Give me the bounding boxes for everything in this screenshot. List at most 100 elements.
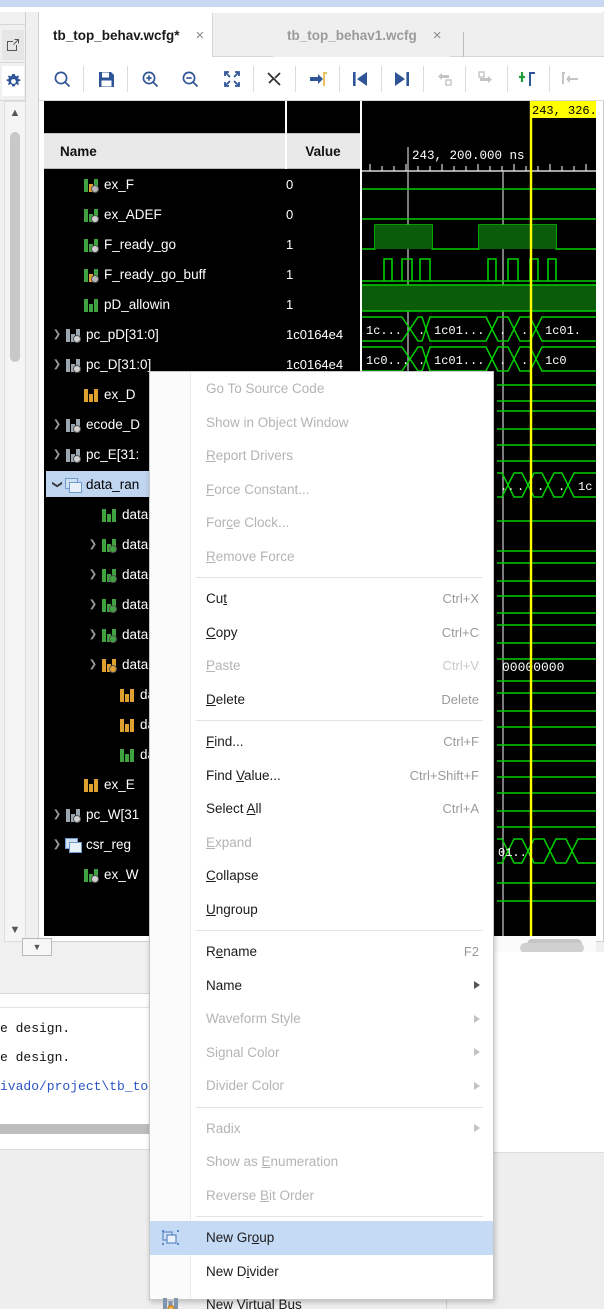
menu-item-collapse[interactable]: Collapse (150, 859, 493, 893)
signal-type-icon (82, 867, 99, 882)
timescale-header-black (44, 101, 360, 133)
table-row[interactable]: F_ready_go_buff1 (44, 259, 360, 289)
svg-text:.: . (521, 354, 528, 368)
console-dropdown[interactable]: ▼ (22, 938, 52, 956)
menu-item-new-divider[interactable]: New Divider (150, 1255, 493, 1289)
signal-name-label: pc_W[31 (86, 807, 139, 822)
menu-item-label: Divider Color (206, 1078, 284, 1093)
settings-gear-icon[interactable] (2, 66, 24, 96)
name-tree-vertical-scrollbar[interactable]: ▲ ▼ (4, 101, 26, 942)
window-top-accent (0, 0, 604, 7)
table-row[interactable]: pD_allowin 1 (44, 289, 360, 319)
move-up-icon[interactable] (427, 62, 461, 96)
previous-transition-icon[interactable] (343, 62, 377, 96)
snap-to-transition-icon[interactable] (553, 62, 587, 96)
table-row[interactable]: ex_ADEF 0 (44, 199, 360, 229)
scroll-up-arrow[interactable]: ▲ (5, 102, 25, 124)
svg-text:.: . (499, 324, 506, 338)
signal-name-label: pc_pD[31:0] (86, 327, 159, 342)
column-header-name[interactable]: Name (44, 133, 286, 169)
signal-type-icon (100, 597, 117, 612)
tree-expand-icon[interactable]: ❯ (50, 329, 64, 340)
signal-type-icon (118, 717, 135, 732)
save-icon[interactable] (89, 62, 123, 96)
signal-name-label: data (122, 537, 148, 552)
next-transition-icon[interactable] (385, 62, 419, 96)
tree-expand-icon[interactable]: ❯ (86, 599, 100, 610)
menu-item-delete[interactable]: DeleteDelete (150, 683, 493, 717)
float-window-icon[interactable] (2, 30, 24, 60)
column-header-value[interactable]: Value (286, 133, 360, 169)
menu-item-copy[interactable]: CopyCtrl+C (150, 616, 493, 650)
menu-item-find-value[interactable]: Find Value...Ctrl+Shift+F (150, 759, 493, 793)
tab-close-icon[interactable]: × (196, 27, 205, 44)
tree-expand-icon[interactable]: ❯ (50, 419, 64, 430)
zoom-fit-icon[interactable] (215, 62, 249, 96)
signal-name-label: ex_W (104, 867, 139, 882)
tab-tb_top_behav-wcfg[interactable]: tb_top_behav.wcfg* × (39, 13, 213, 57)
menu-separator (196, 930, 483, 931)
svg-text:..: .. (500, 480, 514, 494)
signal-name-label: pc_E[31: (86, 447, 139, 462)
signal-name-label: ex_F (104, 177, 134, 192)
signal-type-icon (118, 687, 135, 702)
tab-close-icon[interactable]: × (433, 27, 442, 44)
svg-text:.: . (418, 324, 425, 338)
submenu-arrow-icon (474, 1015, 480, 1023)
signal-name-label: data (122, 597, 148, 612)
tree-expand-icon[interactable]: ❯ (50, 449, 64, 460)
goto-marker-icon[interactable] (301, 62, 335, 96)
menu-item-shortcut: Ctrl+C (442, 625, 479, 640)
signal-value: 1 (286, 237, 293, 252)
marker-time-label: 243, 200.000 ns (412, 149, 525, 163)
tab-label: tb_top_behav.wcfg* (53, 28, 180, 43)
signal-value: 1 (286, 267, 293, 282)
table-row[interactable]: ex_F0 (44, 169, 360, 199)
svg-text:1c01...: 1c01... (434, 324, 484, 338)
menu-item-shortcut: Ctrl+X (443, 591, 479, 606)
menu-item-rename[interactable]: RenameF2 (150, 935, 493, 969)
menu-item-label: Cut (206, 591, 227, 606)
signal-type-icon (82, 207, 99, 222)
signal-type-icon (64, 807, 81, 822)
signal-value: 1 (286, 297, 293, 312)
add-marker-icon[interactable] (511, 62, 545, 96)
signal-value: 0 (286, 207, 293, 222)
scroll-thumb[interactable] (10, 132, 20, 362)
menu-item-find[interactable]: Find...Ctrl+F (150, 725, 493, 759)
menu-item-show-in-object-window: Show in Object Window (150, 406, 493, 440)
tree-expand-icon[interactable]: ❯ (86, 659, 100, 670)
search-icon[interactable] (45, 62, 79, 96)
table-row[interactable]: ❯pc_pD[31:0]1c0164e4 (44, 319, 360, 349)
zoom-out-icon[interactable] (173, 62, 207, 96)
signal-name-label: ex_ADEF (104, 207, 162, 222)
submenu-arrow-icon (474, 981, 480, 989)
tree-expand-icon[interactable]: ❯ (86, 539, 100, 550)
zoom-in-icon[interactable] (133, 62, 167, 96)
column-header-name-label: Name (60, 144, 97, 159)
remove-marker-icon[interactable] (257, 62, 291, 96)
signal-type-icon (82, 297, 99, 312)
menu-item-cut[interactable]: Cut Ctrl+X (150, 582, 493, 616)
tab-tb_top_behav1-wcfg[interactable]: tb_top_behav1.wcfg × (273, 13, 450, 57)
menu-item-select-all[interactable]: Select AllCtrl+A (150, 792, 493, 826)
signal-name-label: data_ran (86, 477, 139, 492)
tree-expand-icon[interactable]: ❯ (50, 359, 64, 370)
menu-item-new-group[interactable]: New Group (150, 1221, 493, 1255)
menu-separator (196, 577, 483, 578)
tree-expand-icon[interactable]: ❯ (86, 629, 100, 640)
tree-expand-icon[interactable]: ❯ (50, 809, 64, 820)
signal-name-label: pD_allowin (104, 297, 170, 312)
tree-expand-icon[interactable]: ❯ (50, 839, 64, 850)
menu-item-name[interactable]: Name (150, 969, 493, 1003)
menu-item-ungroup[interactable]: Ungroup (150, 893, 493, 927)
signal-type-icon (100, 627, 117, 642)
menu-item-new-virtual-bus[interactable]: vNew Virtual Bus (150, 1288, 493, 1309)
table-row[interactable]: F_ready_go1 (44, 229, 360, 259)
signal-context-menu[interactable]: Go To Source CodeShow in Object WindowRe… (149, 371, 494, 1300)
menu-item-reverse-bit-order: Reverse Bit Order (150, 1179, 493, 1213)
menu-item-label: Name (206, 978, 242, 993)
move-down-icon[interactable] (469, 62, 503, 96)
tree-expand-icon[interactable]: ❯ (52, 477, 63, 491)
tree-expand-icon[interactable]: ❯ (86, 569, 100, 580)
